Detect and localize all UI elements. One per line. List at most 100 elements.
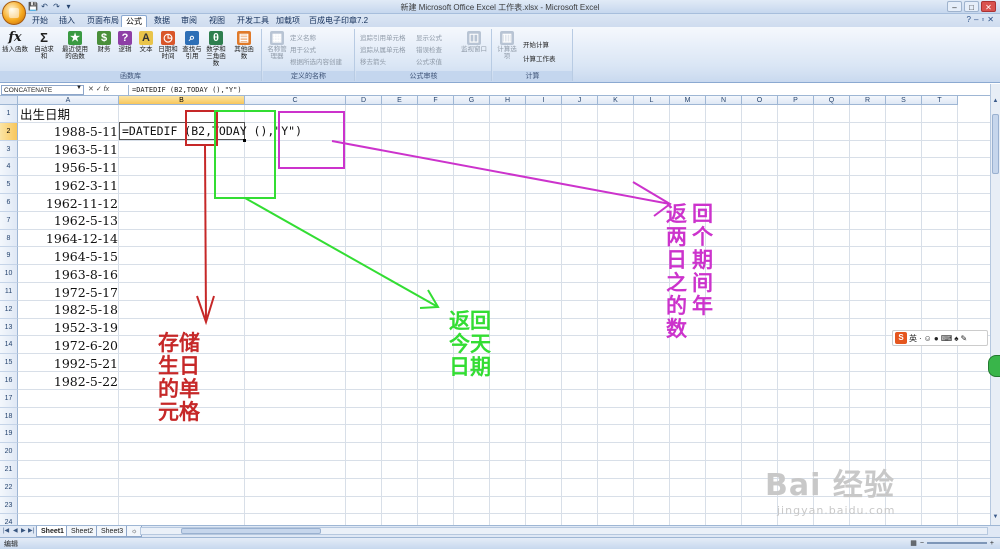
row-header-14[interactable]: 14 [0, 336, 18, 355]
ime-skin-icon[interactable]: ♠ [954, 334, 958, 343]
row-header-16[interactable]: 16 [0, 372, 18, 390]
formula-input[interactable]: =DATEDIF (B2,TODAY (),"Y") [128, 85, 990, 95]
row-header-24[interactable]: 24 [0, 514, 18, 525]
more-functions-button[interactable]: ▤ 其他函数 [232, 31, 256, 60]
column-header-l[interactable]: L [634, 96, 670, 105]
scroll-up-icon[interactable]: ▲ [992, 98, 999, 106]
column-header-m[interactable]: M [670, 96, 706, 105]
cell-a13[interactable]: 1952-3-19 [18, 319, 119, 336]
date-time-button[interactable]: ◷ 日期和时间 [156, 31, 180, 60]
watch-window-button[interactable]: ◫ 监视窗口 [460, 31, 488, 53]
row-header-4[interactable]: 4 [0, 158, 18, 177]
column-header-e[interactable]: E [382, 96, 418, 105]
scroll-down-icon[interactable]: ▼ [992, 514, 999, 522]
column-header-i[interactable]: I [526, 96, 562, 105]
row-header-9[interactable]: 9 [0, 247, 18, 266]
calc-now-button[interactable]: 开始计算 [523, 39, 549, 49]
close-workbook-icon[interactable]: ✕ [987, 15, 994, 24]
row-header-6[interactable]: 6 [0, 194, 18, 212]
math-trig-button[interactable]: θ 数学和三角函数 [204, 31, 228, 67]
ime-emoji-icon[interactable]: ☺ [924, 334, 932, 343]
column-header-d[interactable]: D [346, 96, 382, 105]
row-header-7[interactable]: 7 [0, 211, 18, 230]
restore-icon[interactable]: ▫ [981, 15, 984, 24]
column-header-n[interactable]: N [706, 96, 742, 105]
calc-options-button[interactable]: ▥ 计算选项 [495, 31, 519, 60]
column-header-p[interactable]: P [778, 96, 814, 105]
ime-keyboard-icon[interactable]: ⌨ [941, 334, 953, 343]
horizontal-scroll-thumb[interactable] [181, 528, 321, 534]
ime-mode[interactable]: 英 [909, 333, 917, 344]
ime-settings-icon[interactable]: ✎ [960, 334, 967, 343]
column-header-t[interactable]: T [922, 96, 958, 105]
row-header-2[interactable]: 2 [0, 122, 18, 141]
select-all-corner[interactable] [0, 96, 18, 105]
tab-developer[interactable]: 开发工具 [233, 15, 273, 27]
row-header-11[interactable]: 11 [0, 283, 18, 301]
enter-icon[interactable]: ✓ [96, 86, 102, 93]
minimize-button[interactable]: – [947, 1, 962, 12]
close-button[interactable]: ✕ [981, 1, 996, 12]
evaluate-formula-button[interactable]: 公式求值 [416, 56, 442, 66]
column-header-j[interactable]: J [562, 96, 598, 105]
trace-precedents-button[interactable]: 追踪引用单元格 [360, 32, 406, 42]
column-header-q[interactable]: Q [814, 96, 850, 105]
cell-a8[interactable]: 1964-12-14 [18, 230, 119, 247]
error-checking-button[interactable]: 错误检查 [416, 44, 442, 54]
normal-view-icon[interactable]: ▦ [910, 539, 917, 547]
zoom-slider[interactable] [926, 542, 987, 544]
column-header-s[interactable]: S [886, 96, 922, 105]
column-header-k[interactable]: K [598, 96, 634, 105]
sheet-nav-first-icon[interactable]: |◀ [3, 527, 9, 534]
remove-arrows-button[interactable]: 移去箭头 [360, 56, 386, 66]
office-button[interactable] [2, 1, 26, 25]
sogou-ime-icon[interactable]: S [895, 332, 907, 344]
column-header-g[interactable]: G [454, 96, 490, 105]
cell-a4[interactable]: 1956-5-11 [18, 159, 119, 176]
horizontal-scrollbar[interactable] [140, 527, 988, 535]
column-header-h[interactable]: H [490, 96, 526, 105]
row-header-12[interactable]: 12 [0, 300, 18, 319]
insert-function-button[interactable]: fx 插入函数 [2, 31, 28, 54]
row-header-17[interactable]: 17 [0, 389, 18, 408]
define-name-button[interactable]: 定义名称 [290, 32, 316, 42]
cell-a7[interactable]: 1962-5-13 [18, 212, 119, 229]
sheet-tab-3[interactable]: Sheet3 [96, 526, 129, 537]
tab-data[interactable]: 数据 [150, 15, 174, 27]
tab-e-seal[interactable]: 百成电子印章7.2 [305, 15, 372, 27]
row-header-15[interactable]: 15 [0, 354, 18, 372]
create-from-selection-button[interactable]: 根据所选内容创建 [290, 56, 342, 66]
column-header-o[interactable]: O [742, 96, 778, 105]
row-header-8[interactable]: 8 [0, 229, 18, 248]
tab-home[interactable]: 开始 [28, 15, 52, 27]
cell-a10[interactable]: 1963-8-16 [18, 266, 119, 283]
row-header-3[interactable]: 3 [0, 140, 18, 159]
sheet-nav-last-icon[interactable]: ▶| [28, 527, 34, 534]
cell-a15[interactable]: 1992-5-21 [18, 355, 119, 372]
cell-a14[interactable]: 1972-6-20 [18, 337, 119, 354]
text-button[interactable]: A 文本 [134, 31, 158, 53]
maximize-button[interactable]: □ [964, 1, 979, 12]
fx-button-icon[interactable]: fx [104, 86, 109, 93]
ribbon-minimize-icon[interactable]: – [974, 15, 978, 24]
cell-a11[interactable]: 1972-5-17 [18, 284, 119, 301]
vertical-scroll-thumb[interactable] [992, 114, 999, 174]
cell-a9[interactable]: 1964-5-15 [18, 248, 119, 265]
lookup-button[interactable]: ⌕ 查找与引用 [180, 31, 204, 60]
column-header-r[interactable]: R [850, 96, 886, 105]
row-header-21[interactable]: 21 [0, 461, 18, 479]
name-manager-button[interactable]: ▦ 名称管理器 [265, 31, 289, 60]
floating-assistant-icon[interactable] [988, 355, 1000, 377]
fill-handle[interactable] [243, 139, 246, 142]
row-header-23[interactable]: 23 [0, 496, 18, 515]
column-header-f[interactable]: F [418, 96, 454, 105]
sheet-nav-next-icon[interactable]: ▶ [21, 527, 26, 534]
cell-a1[interactable]: 出生日期 [18, 106, 119, 123]
row-header-22[interactable]: 22 [0, 478, 18, 497]
show-formulas-button[interactable]: 显示公式 [416, 32, 442, 42]
row-header-19[interactable]: 19 [0, 425, 18, 444]
autosum-button[interactable]: Σ 自动求和 [32, 31, 56, 61]
use-in-formula-button[interactable]: 用于公式 [290, 44, 316, 54]
calc-sheet-button[interactable]: 计算工作表 [523, 53, 556, 63]
sheet-tab-2[interactable]: Sheet2 [66, 526, 99, 537]
